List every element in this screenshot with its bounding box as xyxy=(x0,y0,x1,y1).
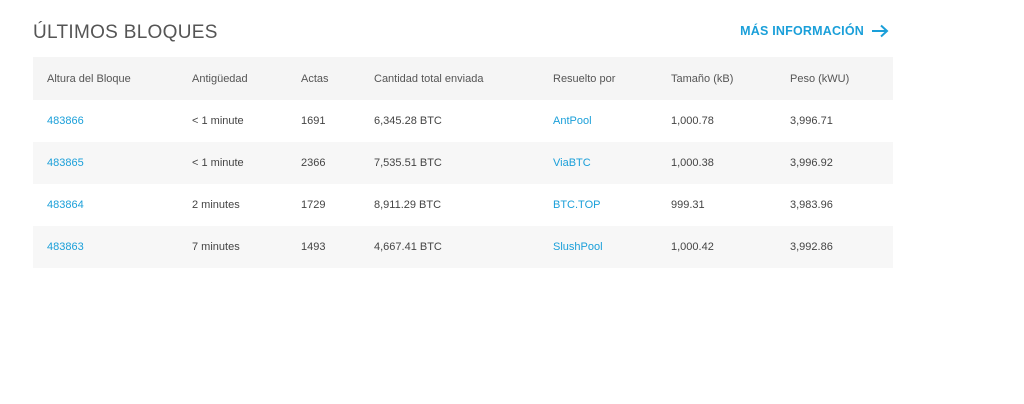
header-size: Tamaño (kB) xyxy=(671,72,734,85)
header-txs: Actas xyxy=(301,72,329,85)
relayed-by-link[interactable]: AntPool xyxy=(553,115,592,127)
block-txs: 1729 xyxy=(301,199,326,211)
block-txs: 1691 xyxy=(301,115,326,127)
more-info-link[interactable]: MÁS INFORMACIÓN xyxy=(740,24,889,38)
block-weight: 3,996.92 xyxy=(790,157,833,169)
block-size: 999.31 xyxy=(671,199,705,211)
block-height-link[interactable]: 483864 xyxy=(47,199,84,211)
block-size: 1,000.42 xyxy=(671,241,714,253)
block-height-link[interactable]: 483866 xyxy=(47,115,84,127)
section-title: ÚLTIMOS BLOQUES xyxy=(33,22,218,43)
header-age: Antigüedad xyxy=(192,72,248,85)
block-total-sent: 7,535.51 BTC xyxy=(374,157,442,169)
block-size: 1,000.78 xyxy=(671,115,714,127)
header-height: Altura del Bloque xyxy=(47,72,131,85)
block-txs: 2366 xyxy=(301,157,326,169)
block-total-sent: 6,345.28 BTC xyxy=(374,115,442,127)
relayed-by-link[interactable]: BTC.TOP xyxy=(553,199,600,211)
blocks-table: Altura del Bloque Antigüedad Actas Canti… xyxy=(33,57,893,268)
block-total-sent: 8,911.29 BTC xyxy=(374,199,442,211)
block-height-link[interactable]: 483863 xyxy=(47,241,84,253)
relayed-by-link[interactable]: ViaBTC xyxy=(553,157,591,169)
block-weight: 3,992.86 xyxy=(790,241,833,253)
block-txs: 1493 xyxy=(301,241,326,253)
block-weight: 3,996.71 xyxy=(790,115,833,127)
latest-blocks-section: ÚLTIMOS BLOQUES MÁS INFORMACIÓN Altura d… xyxy=(33,18,893,268)
table-row: 483864 2 minutes 1729 8,911.29 BTC BTC.T… xyxy=(33,184,893,226)
relayed-by-link[interactable]: SlushPool xyxy=(553,241,603,253)
block-height-link[interactable]: 483865 xyxy=(47,157,84,169)
table-row: 483866 < 1 minute 1691 6,345.28 BTC AntP… xyxy=(33,100,893,142)
section-header: ÚLTIMOS BLOQUES MÁS INFORMACIÓN xyxy=(33,18,893,56)
block-weight: 3,983.96 xyxy=(790,199,833,211)
block-age: 7 minutes xyxy=(192,241,240,253)
arrow-right-icon xyxy=(872,24,889,38)
more-info-label[interactable]: MÁS INFORMACIÓN xyxy=(740,24,864,38)
table-row: 483865 < 1 minute 2366 7,535.51 BTC ViaB… xyxy=(33,142,893,184)
table-row: 483863 7 minutes 1493 4,667.41 BTC Slush… xyxy=(33,226,893,268)
header-relayed-by: Resuelto por xyxy=(553,72,616,85)
block-age: 2 minutes xyxy=(192,199,240,211)
block-age: < 1 minute xyxy=(192,157,244,169)
header-total-sent: Cantidad total enviada xyxy=(374,72,484,85)
header-weight: Peso (kWU) xyxy=(790,72,850,85)
block-age: < 1 minute xyxy=(192,115,244,127)
block-total-sent: 4,667.41 BTC xyxy=(374,241,442,253)
block-size: 1,000.38 xyxy=(671,157,714,169)
table-header-row: Altura del Bloque Antigüedad Actas Canti… xyxy=(33,57,893,100)
